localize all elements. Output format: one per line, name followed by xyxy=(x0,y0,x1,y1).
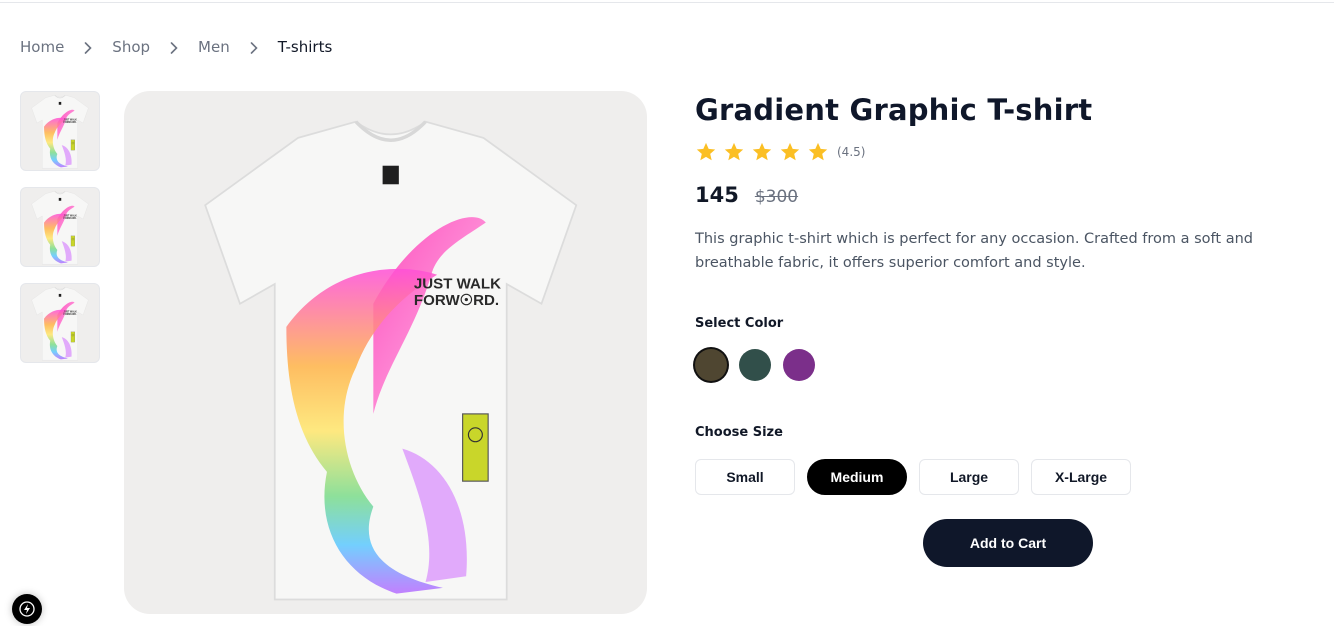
chevron-right-icon xyxy=(230,38,278,56)
color-swatch-teal[interactable] xyxy=(739,349,771,381)
breadcrumb-shop-link[interactable]: Shop xyxy=(112,38,150,56)
size-options: Small Medium Large X-Large xyxy=(695,459,1325,495)
color-swatches xyxy=(695,349,1325,381)
star-icon xyxy=(724,142,744,161)
star-icon xyxy=(696,142,716,161)
star-icon xyxy=(752,142,772,161)
size-large-button[interactable]: Large xyxy=(919,459,1019,495)
star-icon xyxy=(808,142,828,161)
product-rating: (4.5) xyxy=(695,141,1325,163)
top-divider xyxy=(0,2,1334,3)
dev-tools-badge[interactable] xyxy=(12,594,42,624)
product-description: This graphic t-shirt which is perfect fo… xyxy=(695,231,1253,271)
lightning-icon xyxy=(19,601,35,617)
add-to-cart-button[interactable]: Add to Cart xyxy=(923,519,1093,567)
product-thumbnail[interactable] xyxy=(20,187,100,267)
breadcrumb-home-link[interactable]: Home xyxy=(20,38,64,56)
tshirt-thumbnail-image xyxy=(31,190,89,265)
select-color-label: Select Color xyxy=(695,316,784,331)
rating-value: (4.5) xyxy=(837,145,866,159)
breadcrumb-men-link[interactable]: Men xyxy=(198,38,230,56)
choose-size-label: Choose Size xyxy=(695,425,783,440)
thumbnail-list xyxy=(20,91,100,363)
current-price: 145 xyxy=(695,183,739,207)
chevron-right-icon xyxy=(150,38,198,56)
color-swatch-purple[interactable] xyxy=(783,349,815,381)
size-medium-button[interactable]: Medium xyxy=(807,459,907,495)
original-price: $300 xyxy=(754,187,799,207)
tshirt-thumbnail-image xyxy=(31,286,89,361)
price-block: 145 $300 xyxy=(695,183,1325,207)
product-thumbnail[interactable] xyxy=(20,91,100,171)
product-main-image xyxy=(124,91,647,614)
star-icon xyxy=(780,142,800,161)
tshirt-image xyxy=(203,119,579,602)
size-small-button[interactable]: Small xyxy=(695,459,795,495)
size-xlarge-button[interactable]: X-Large xyxy=(1031,459,1131,495)
breadcrumb: Home Shop Men T-shirts xyxy=(20,38,332,56)
product-thumbnail[interactable] xyxy=(20,283,100,363)
chevron-right-icon xyxy=(64,38,112,56)
breadcrumb-current: T-shirts xyxy=(277,38,333,56)
product-title: Gradient Graphic T-shirt xyxy=(695,93,1093,127)
tshirt-thumbnail-image xyxy=(31,94,89,169)
color-swatch-olive[interactable] xyxy=(695,349,727,381)
product-info: Gradient Graphic T-shirt (4.5) 145 $300 … xyxy=(695,92,1325,495)
